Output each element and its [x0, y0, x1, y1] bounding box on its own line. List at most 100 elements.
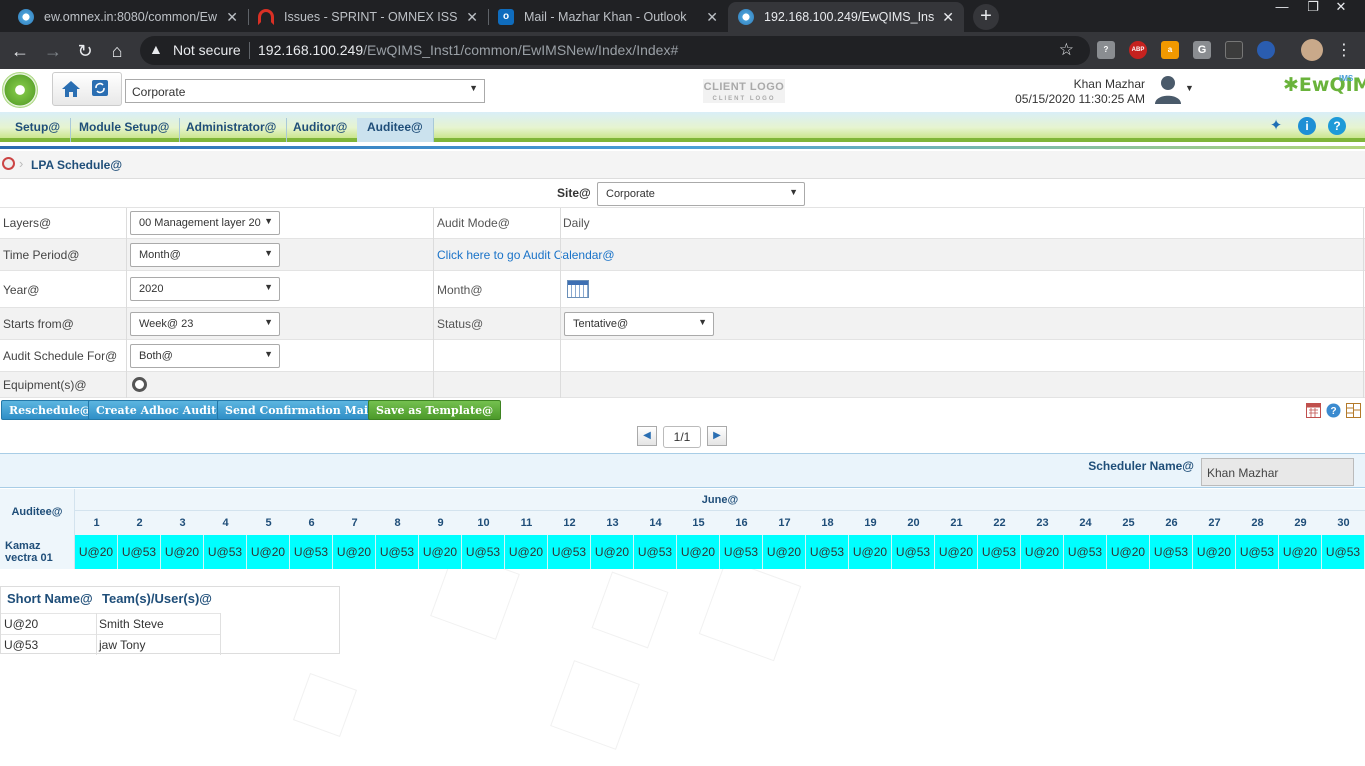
menu-auditee[interactable]: Auditee@ [357, 118, 434, 142]
home-icon[interactable] [61, 79, 81, 99]
schedule-cell[interactable]: U@20 [677, 535, 720, 569]
schedule-cell[interactable]: U@53 [720, 535, 763, 569]
calendar-view-icon[interactable] [1306, 403, 1321, 418]
reload-icon[interactable]: ↻ [74, 40, 96, 62]
auditee-row-label[interactable]: Kamaz vectra 01 [0, 535, 75, 569]
next-page-button[interactable]: ▶ [707, 426, 727, 446]
extension-firefox-icon[interactable] [1257, 41, 1275, 59]
home-browser-icon[interactable]: ⌂ [106, 40, 128, 62]
legend-row: U@53 jaw Tony [1, 634, 220, 655]
schedule-cell[interactable]: U@20 [1193, 535, 1236, 569]
extension-pdf-icon[interactable] [1225, 41, 1243, 59]
schedule-cell[interactable]: U@20 [333, 535, 376, 569]
forward-icon[interactable]: → [42, 40, 64, 62]
schedule-cell[interactable]: U@20 [247, 535, 290, 569]
security-label[interactable]: Not secure [173, 42, 241, 58]
minimize-icon[interactable]: — [1265, 0, 1299, 14]
layers-select[interactable]: 00 Management layer 20 ▼ [130, 211, 280, 235]
header-site-select[interactable]: Corporate ▼ [125, 79, 485, 103]
info-icon[interactable]: i [1298, 117, 1316, 135]
close-icon[interactable]: ✕ [466, 9, 478, 26]
save-as-template-button[interactable]: Save as Template@ [368, 400, 502, 420]
year-select[interactable]: 2020 ▼ [130, 277, 280, 301]
layout-view-icon[interactable] [1346, 403, 1361, 418]
browser-tab-4-active[interactable]: 192.168.100.249/EwQIMS_Inst1/c ✕ [728, 2, 964, 32]
scheduler-name-input[interactable]: Khan Mazhar [1201, 458, 1354, 486]
url-text[interactable]: 192.168.100.249/EwQIMS_Inst1/common/EwIM… [258, 42, 678, 58]
schedule-cell[interactable]: U@20 [1279, 535, 1322, 569]
schedule-cell[interactable]: U@53 [118, 535, 161, 569]
menu-module-setup[interactable]: Module Setup@ [69, 118, 181, 142]
schedule-cell[interactable]: U@20 [935, 535, 978, 569]
schedule-cell[interactable]: U@20 [849, 535, 892, 569]
schedule-cell[interactable]: U@20 [75, 535, 118, 569]
schedule-cell[interactable]: U@53 [462, 535, 505, 569]
year-label: Year@ [3, 283, 40, 297]
schedule-cell[interactable]: U@53 [892, 535, 935, 569]
adblock-icon[interactable]: ABP [1129, 41, 1147, 59]
status-select[interactable]: Tentative@ ▼ [564, 312, 714, 336]
menu-label: Setup@ [15, 120, 61, 134]
new-tab-button[interactable]: + [973, 4, 999, 30]
extension-help-icon[interactable]: ? [1097, 41, 1115, 59]
day-header: 14 [649, 517, 662, 529]
menu-administrator[interactable]: Administrator@ [176, 118, 288, 142]
schedule-cell[interactable]: U@53 [204, 535, 247, 569]
reschedule-button[interactable]: Reschedule@ [1, 400, 99, 420]
schedule-cell[interactable]: U@53 [1064, 535, 1107, 569]
schedule-cell[interactable]: U@53 [376, 535, 419, 569]
refresh-icon[interactable] [91, 79, 109, 97]
legend-row: U@20 Smith Steve [1, 613, 220, 634]
time-period-select[interactable]: Month@ ▼ [130, 243, 280, 267]
address-bar[interactable]: ▲ Not secure 192.168.100.249/EwQIMS_Inst… [140, 36, 1090, 65]
schedule-for-select[interactable]: Both@ ▼ [130, 344, 280, 368]
pin-icon[interactable]: ✦ [1267, 117, 1285, 135]
site-select[interactable]: Corporate ▼ [597, 182, 805, 206]
user-menu-chevron-icon[interactable]: ▼ [1185, 83, 1194, 93]
schedule-cell[interactable]: U@20 [763, 535, 806, 569]
browser-tab-2[interactable]: Issues - SPRINT - OMNEX ISSUE ✕ [248, 2, 488, 32]
audit-calendar-link[interactable]: Click here to go Audit Calendar@ [437, 248, 615, 262]
schedule-cell[interactable]: U@20 [505, 535, 548, 569]
schedule-cell[interactable]: U@20 [1107, 535, 1150, 569]
schedule-cell[interactable]: U@53 [1322, 535, 1365, 569]
day-header: 19 [864, 517, 877, 529]
tab-title: 192.168.100.249/EwQIMS_Inst1/c [764, 10, 935, 24]
schedule-cell[interactable]: U@20 [1021, 535, 1064, 569]
schedule-cell[interactable]: U@53 [548, 535, 591, 569]
schedule-cell[interactable]: U@20 [419, 535, 462, 569]
back-icon[interactable]: ← [9, 40, 31, 62]
scheduler-name-label: Scheduler Name@ [1088, 459, 1194, 473]
help-icon[interactable]: ? [1328, 117, 1346, 135]
browser-tab-1[interactable]: ew.omnex.in:8080/common/EwIM ✕ [8, 2, 248, 32]
window-close-icon[interactable]: ✕ [1324, 0, 1358, 14]
tab-title: Mail - Mazhar Khan - Outlook [524, 10, 687, 24]
user-avatar-icon[interactable] [1152, 73, 1184, 105]
close-icon[interactable]: ✕ [706, 9, 718, 26]
close-icon[interactable]: ✕ [942, 9, 954, 26]
menu-auditor[interactable]: Auditor@ [283, 118, 359, 142]
browser-tab-3[interactable]: o Mail - Mazhar Khan - Outlook ✕ [488, 2, 728, 32]
schedule-cell[interactable]: U@53 [1236, 535, 1279, 569]
profile-avatar[interactable] [1301, 39, 1323, 61]
schedule-cell[interactable]: U@20 [161, 535, 204, 569]
menu-setup[interactable]: Setup@ [5, 118, 72, 142]
schedule-cell[interactable]: U@53 [978, 535, 1021, 569]
extension-amazon-icon[interactable]: a [1161, 41, 1179, 59]
close-icon[interactable]: ✕ [226, 9, 238, 26]
starts-from-select[interactable]: Week@ 23 ▼ [130, 312, 280, 336]
extension-g-icon[interactable]: G [1193, 41, 1211, 59]
previous-page-button[interactable]: ◀ [637, 426, 657, 446]
schedule-cell[interactable]: U@20 [591, 535, 634, 569]
bookmark-star-icon[interactable]: ☆ [1059, 40, 1074, 60]
schedule-cell[interactable]: U@53 [1150, 535, 1193, 569]
schedule-cell[interactable]: U@53 [634, 535, 677, 569]
schedule-cell[interactable]: U@53 [290, 535, 333, 569]
create-adhoc-audit-button[interactable]: Create Adhoc Audit@ [88, 400, 236, 420]
send-confirmation-mail-button[interactable]: Send Confirmation Mail@ [217, 400, 392, 420]
schedule-cell[interactable]: U@53 [806, 535, 849, 569]
calendar-icon[interactable] [567, 280, 589, 298]
browser-menu-icon[interactable]: ⋮ [1333, 40, 1355, 62]
help-round-icon[interactable]: ? [1326, 403, 1341, 418]
gear-icon[interactable] [132, 377, 147, 392]
